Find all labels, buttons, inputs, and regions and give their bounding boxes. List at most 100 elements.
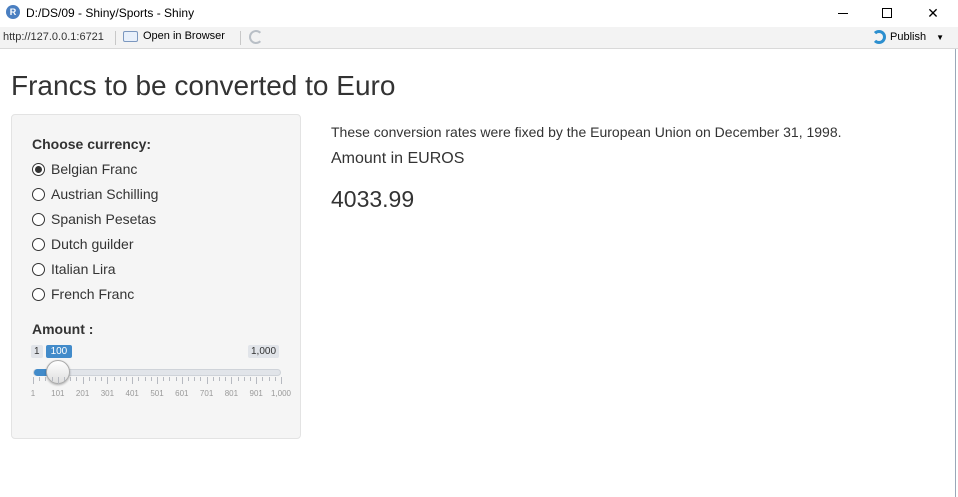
radio-option[interactable]: French Franc bbox=[32, 285, 134, 303]
slider-grid-label: 901 bbox=[249, 389, 263, 398]
radio-option[interactable]: Belgian Franc bbox=[32, 160, 137, 178]
minimize-icon bbox=[838, 12, 848, 14]
slider-tick bbox=[219, 377, 220, 381]
slider-tick bbox=[101, 377, 103, 381]
amount-label: Amount : bbox=[32, 321, 94, 337]
viewer-right-border bbox=[955, 49, 956, 497]
slider-tick bbox=[82, 377, 84, 384]
radio-option[interactable]: Dutch guilder bbox=[32, 235, 134, 253]
url-display: http://127.0.0.1:6721 bbox=[3, 31, 104, 43]
amount-heading: Amount in EUROS bbox=[331, 150, 465, 167]
slider-tick bbox=[64, 377, 65, 381]
slider-tick bbox=[274, 377, 276, 381]
slider-tick bbox=[237, 377, 239, 381]
slider-tick bbox=[181, 377, 183, 384]
radio-option[interactable]: Italian Lira bbox=[32, 260, 116, 278]
slider-tick bbox=[188, 377, 189, 381]
slider-tick bbox=[256, 377, 258, 384]
slider-tick bbox=[212, 377, 214, 381]
toolbar-separator bbox=[115, 31, 116, 45]
currency-label: Choose currency: bbox=[32, 136, 152, 152]
close-icon: ✕ bbox=[927, 4, 939, 21]
slider-grid-label: 301 bbox=[100, 389, 115, 398]
slider-grid-label: 801 bbox=[224, 389, 239, 398]
maximize-button[interactable] bbox=[864, 0, 910, 26]
radio-button[interactable] bbox=[32, 212, 45, 226]
browser-window-icon bbox=[123, 30, 138, 42]
close-button[interactable]: ✕ bbox=[910, 0, 956, 26]
slider-tick bbox=[144, 377, 146, 381]
radio-option-label: French Franc bbox=[51, 286, 135, 302]
radio-option[interactable]: Spanish Pesetas bbox=[32, 210, 156, 228]
r-app-icon: R bbox=[6, 5, 20, 19]
slider-grid-label: 1 bbox=[30, 389, 36, 398]
slider-value-label: 100 bbox=[45, 345, 73, 358]
minimize-button[interactable] bbox=[820, 0, 866, 26]
sidebar-panel: Choose currency: Belgian Franc Austrian S… bbox=[11, 114, 301, 439]
slider-grid-labels: 1 101 201 301 401 501 601 701 801 901 1,000 bbox=[12, 389, 302, 401]
slider-tick bbox=[45, 377, 47, 381]
radio-button[interactable] bbox=[32, 162, 45, 176]
radio-option[interactable]: Austrian Schilling bbox=[32, 185, 158, 203]
slider-tick bbox=[150, 377, 152, 381]
slider-grid-label: 401 bbox=[125, 389, 139, 398]
slider-grid-label: 501 bbox=[150, 389, 164, 398]
slider-min-label: 1 bbox=[31, 345, 43, 358]
window-title: D:/DS/09 - Shiny/Sports - Shiny bbox=[26, 6, 195, 20]
slider-tick bbox=[262, 377, 264, 381]
radio-selected-dot bbox=[35, 165, 42, 173]
slider-grid-ticks bbox=[12, 377, 302, 387]
slider-grid-label: 701 bbox=[199, 389, 214, 398]
viewer-toolbar: http://127.0.0.1:6721 Open in Browser Pu… bbox=[0, 27, 958, 49]
page-title: Francs to be converted to Euro bbox=[11, 70, 396, 101]
slider-tick bbox=[88, 377, 90, 381]
slider-tick bbox=[225, 377, 227, 381]
window-title-bar: R D:/DS/09 - Shiny/Sports - Shiny ✕ bbox=[0, 0, 958, 26]
publish-icon bbox=[872, 30, 886, 44]
radio-button[interactable] bbox=[32, 262, 45, 276]
amount-slider-track[interactable] bbox=[33, 369, 281, 376]
slider-tick bbox=[281, 377, 282, 384]
slider-tick bbox=[157, 377, 158, 384]
slider-max-label: 1,000 bbox=[248, 345, 280, 358]
radio-option-label: Austrian Schilling bbox=[51, 186, 159, 202]
slider-grid-label: 101 bbox=[51, 389, 65, 398]
slider-tick bbox=[175, 377, 177, 381]
slider-tick bbox=[138, 377, 140, 381]
radio-option-label: Spanish Pesetas bbox=[51, 211, 157, 227]
radio-button[interactable] bbox=[32, 287, 45, 301]
slider-tick bbox=[57, 377, 59, 384]
slider-tick bbox=[113, 377, 115, 381]
slider-tick bbox=[200, 377, 202, 381]
open-in-browser-button[interactable]: Open in Browser bbox=[123, 30, 225, 42]
publish-button[interactable]: Publish ▼ bbox=[872, 30, 944, 44]
slider-tick bbox=[132, 377, 134, 384]
radio-option-label: Belgian Franc bbox=[51, 161, 138, 177]
euro-amount-output: 4033.99 bbox=[331, 186, 415, 212]
slider-tick bbox=[169, 377, 171, 381]
refresh-icon[interactable] bbox=[249, 30, 263, 44]
slider-tick bbox=[250, 377, 251, 381]
radio-button[interactable] bbox=[32, 187, 45, 201]
slider-tick bbox=[206, 377, 208, 384]
slider-tick bbox=[268, 377, 270, 381]
slider-grid-label: 601 bbox=[175, 389, 189, 398]
open-in-browser-label: Open in Browser bbox=[143, 30, 225, 42]
slider-tick bbox=[194, 377, 196, 381]
slider-tick bbox=[243, 377, 245, 381]
slider-tick bbox=[119, 377, 121, 381]
slider-grid-label: 1,000 bbox=[270, 389, 292, 398]
dropdown-arrow-icon[interactable]: ▼ bbox=[936, 33, 944, 42]
maximize-icon bbox=[882, 8, 892, 18]
slider-tick bbox=[51, 377, 53, 381]
slider-grid-label: 201 bbox=[75, 389, 90, 398]
radio-button[interactable] bbox=[32, 237, 45, 251]
slider-tick bbox=[70, 377, 72, 381]
slider-tick bbox=[39, 377, 41, 381]
radio-option-label: Italian Lira bbox=[51, 261, 116, 277]
slider-tick bbox=[95, 377, 96, 381]
slider-tick bbox=[107, 377, 109, 384]
conversion-note: These conversion rates were fixed by the… bbox=[331, 124, 842, 140]
publish-label: Publish bbox=[890, 31, 927, 43]
slider-tick bbox=[163, 377, 165, 381]
